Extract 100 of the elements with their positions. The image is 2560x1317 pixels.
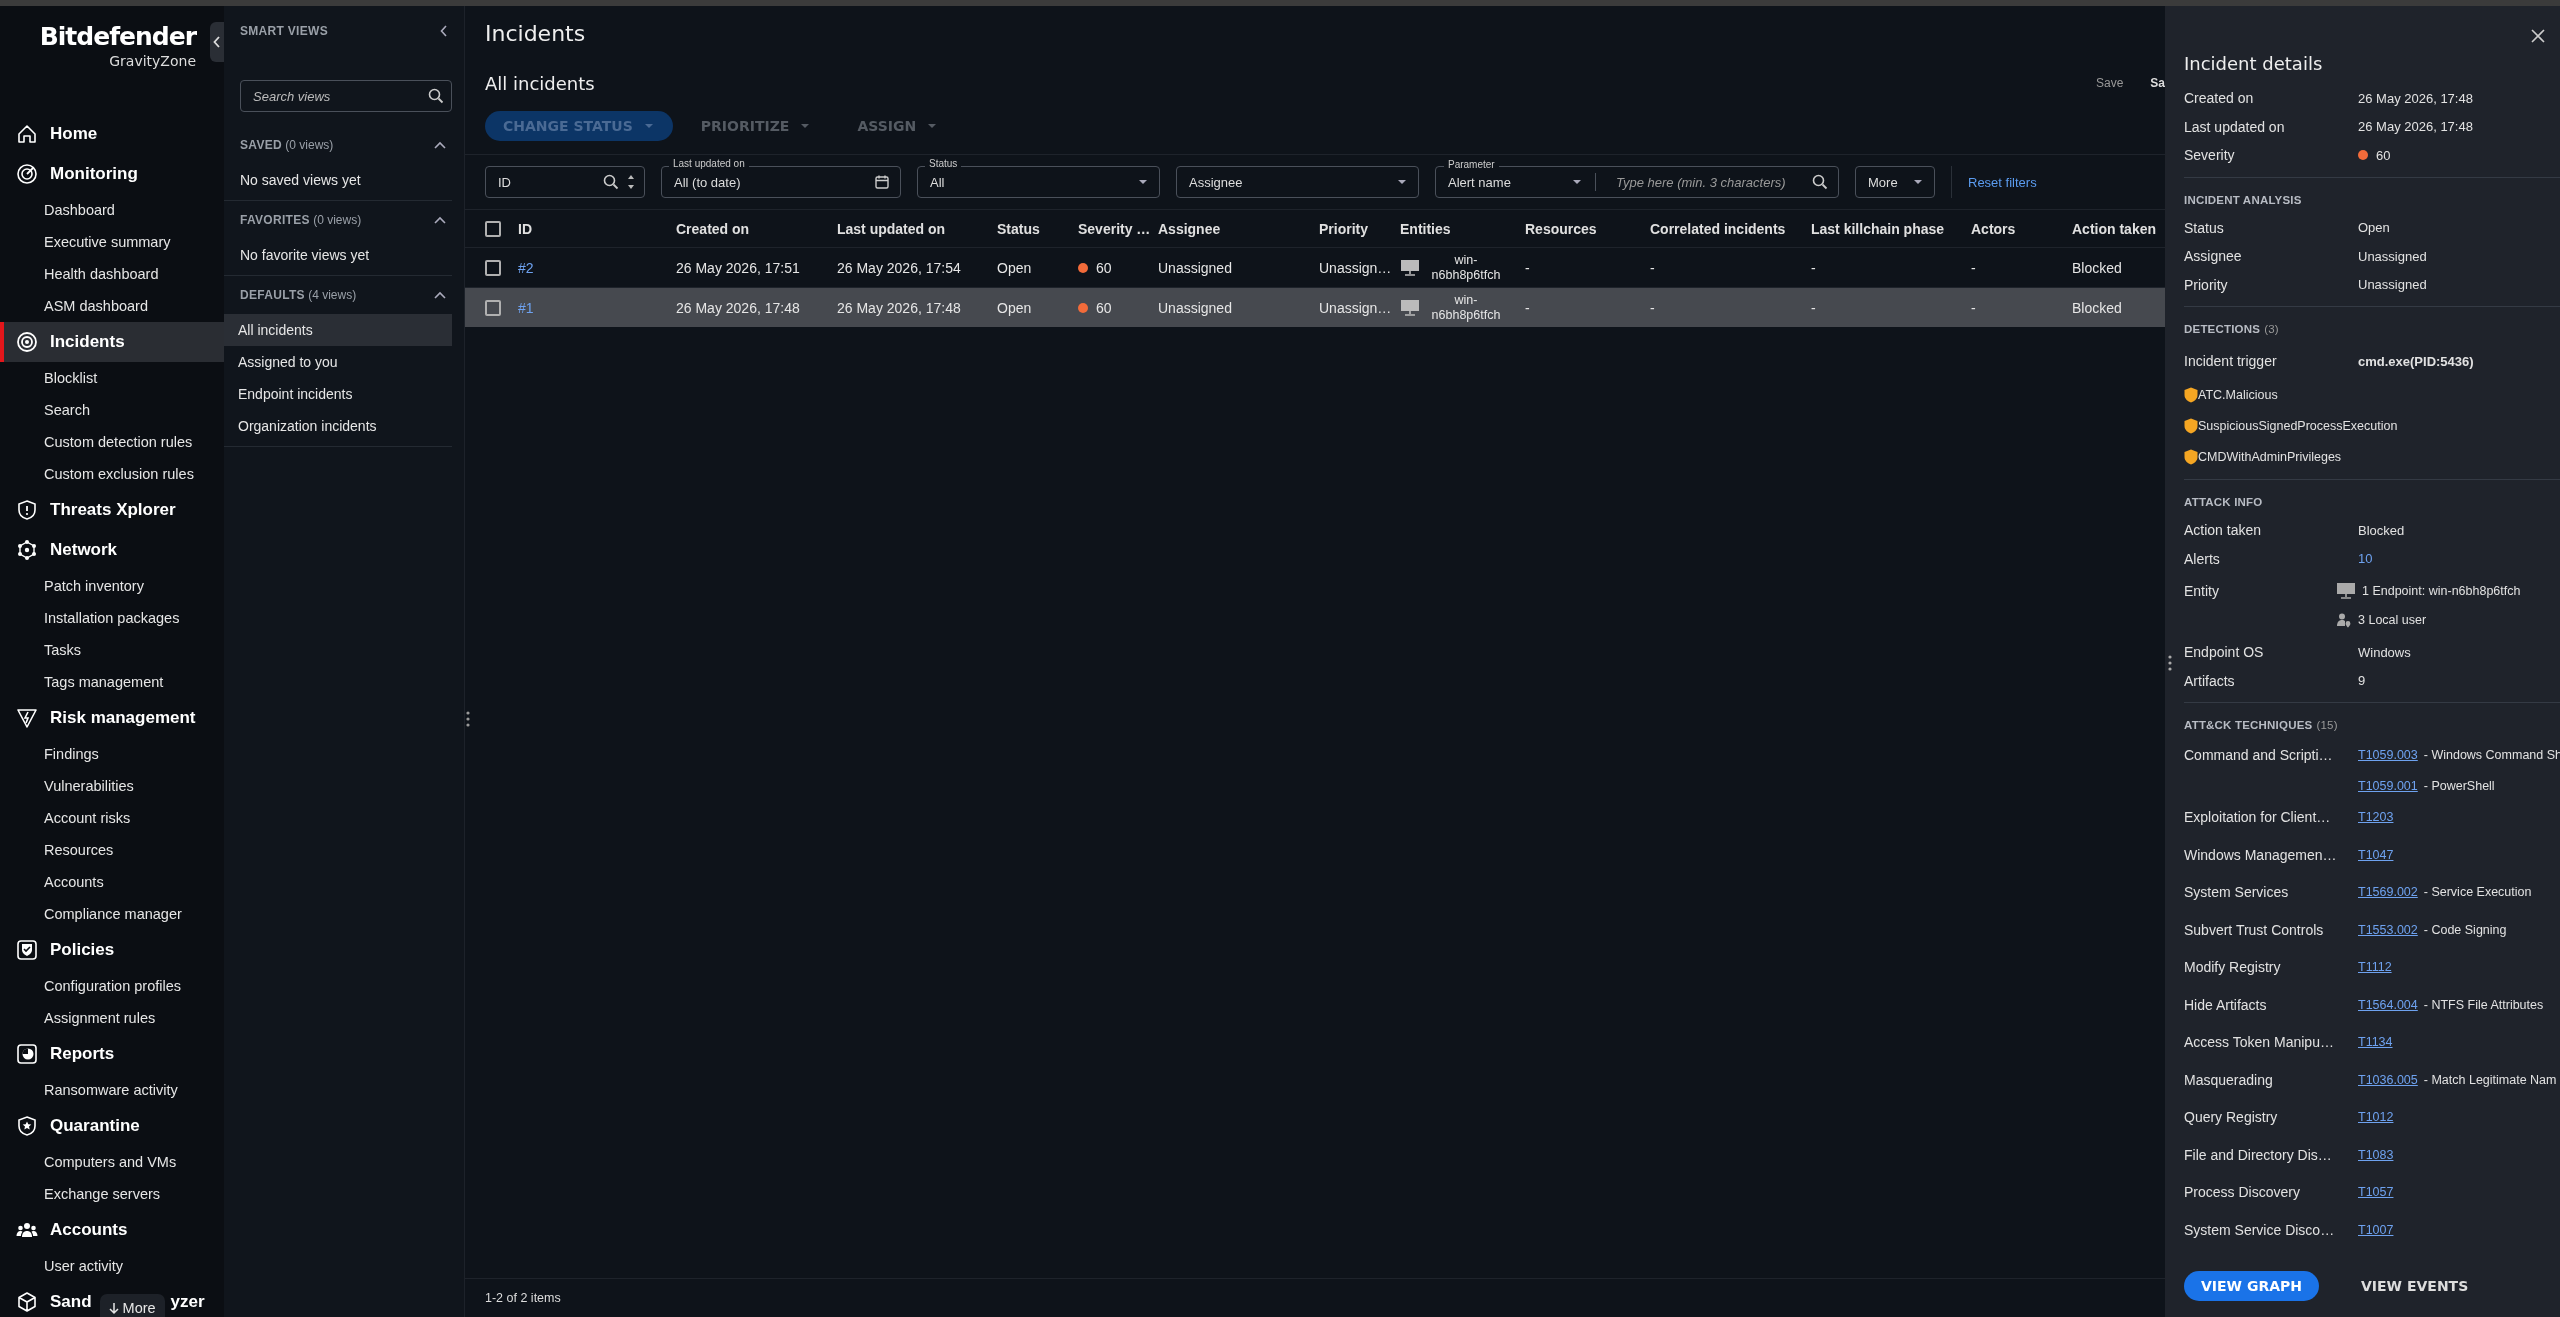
- dropdown[interactable]: Assignee: [1176, 166, 1419, 198]
- view-button[interactable]: VIEW EVENTS: [2343, 1271, 2487, 1301]
- detection-name[interactable]: SuspiciousSignedProcessExecution: [2198, 418, 2398, 433]
- search-field[interactable]: Type here (min. 3 characters): [1616, 174, 1804, 190]
- nav-item[interactable]: Incidents: [0, 322, 224, 362]
- column-header[interactable]: Status: [997, 220, 1078, 237]
- technique-link[interactable]: T1036.005: [2358, 1072, 2418, 1087]
- checkbox[interactable]: [485, 259, 501, 276]
- technique-link[interactable]: T1564.004: [2358, 997, 2418, 1012]
- technique-link[interactable]: T1112: [2358, 960, 2392, 974]
- save-link[interactable]: Sa: [2150, 76, 2165, 90]
- empty-message: No saved views yet: [239, 171, 362, 190]
- nav-item[interactable]: Home: [0, 114, 224, 154]
- technique-link[interactable]: T1057: [2358, 1185, 2394, 1199]
- nav-subitem[interactable]: Computers and VMs: [0, 1146, 224, 1178]
- drag-handle-icon[interactable]: [2168, 654, 2172, 672]
- technique-link[interactable]: T1083: [2358, 1147, 2394, 1162]
- nav-subitem[interactable]: Ransomware activity: [0, 1074, 224, 1106]
- nav-item[interactable]: Risk management: [0, 698, 224, 738]
- reset-filters-link[interactable]: Reset filters: [1968, 174, 2037, 190]
- column-header[interactable]: ID: [518, 220, 676, 237]
- view-item[interactable]: Assigned to you: [224, 346, 452, 378]
- nav-subitem[interactable]: Exchange servers: [0, 1178, 224, 1210]
- nav-subitem[interactable]: ASM dashboard: [0, 290, 224, 322]
- nav-subitem[interactable]: Custom detection rules: [0, 426, 224, 458]
- more-button[interactable]: More: [99, 1294, 165, 1317]
- checkbox[interactable]: [485, 220, 501, 237]
- column-header[interactable]: Entities: [1400, 220, 1525, 237]
- technique-link[interactable]: T1553.002: [2358, 922, 2418, 937]
- nav-subitem[interactable]: Compliance manager: [0, 898, 224, 930]
- nav-item[interactable]: Policies: [0, 930, 224, 970]
- column-header[interactable]: Priority: [1319, 220, 1400, 237]
- checkbox[interactable]: [485, 299, 501, 316]
- table-cell-text: -: [1811, 259, 1817, 276]
- view-item[interactable]: Organization incidents: [224, 410, 452, 442]
- column-header[interactable]: Severity …: [1078, 220, 1158, 237]
- nav-subitem[interactable]: Executive summary: [0, 226, 224, 258]
- technique-link[interactable]: T1134: [2358, 1035, 2393, 1049]
- column-header[interactable]: Assignee: [1158, 220, 1319, 237]
- table-row[interactable]: #1 26 May 2026, 17:48 26 May 2026, 17:48 Open 60 Unassigned Unassign… win-n6bh8p6tfch - - - - Blocked: [465, 287, 2165, 327]
- nav-item[interactable]: Reports: [0, 1034, 224, 1074]
- technique-link[interactable]: T1569.002: [2358, 885, 2418, 899]
- nav-item[interactable]: Monitoring: [0, 154, 224, 194]
- collapse-toggle[interactable]: [432, 214, 448, 226]
- nav-item[interactable]: Accounts: [0, 1210, 224, 1250]
- technique-link[interactable]: T1059.003: [2358, 748, 2418, 762]
- nav-subitem[interactable]: Health dashboard: [0, 258, 224, 290]
- more-dropdown[interactable]: More: [1855, 166, 1935, 198]
- nav-subitem[interactable]: Tasks: [0, 634, 224, 666]
- nav-subitem[interactable]: Tags management: [0, 666, 224, 698]
- detection-name[interactable]: CMDWithAdminPrivileges: [2198, 449, 2342, 464]
- nav-item[interactable]: Network: [0, 530, 224, 570]
- nav-subitem[interactable]: Vulnerabilities: [0, 770, 224, 802]
- column-header[interactable]: Last updated on: [837, 220, 997, 237]
- nav-subitem[interactable]: User activity: [0, 1250, 224, 1282]
- nav-subitem[interactable]: Resources: [0, 834, 224, 866]
- column-header[interactable]: Resources: [1525, 220, 1650, 237]
- view-item[interactable]: Endpoint incidents: [224, 378, 452, 410]
- id-filter-field[interactable]: ID: [485, 166, 645, 198]
- nav-subitem[interactable]: Account risks: [0, 802, 224, 834]
- collapse-button[interactable]: [438, 23, 450, 39]
- technique-name: System Services: [2184, 883, 2289, 902]
- collapse-toggle[interactable]: [432, 289, 448, 301]
- collapse-toggle[interactable]: [432, 139, 448, 151]
- column-header[interactable]: Action taken: [2072, 220, 2165, 237]
- nav-subitem[interactable]: Blocklist: [0, 362, 224, 394]
- technique-link[interactable]: T1047: [2358, 847, 2394, 862]
- detection-name[interactable]: ATC.Malicious: [2198, 387, 2278, 402]
- nav-subitem[interactable]: Dashboard: [0, 194, 224, 226]
- dropdown[interactable]: Alert name: [1436, 173, 1596, 191]
- technique-link[interactable]: T1059.001: [2358, 779, 2418, 793]
- nav-subitem[interactable]: Accounts: [0, 866, 224, 898]
- technique-link[interactable]: T1007: [2358, 1222, 2394, 1237]
- search-icon: [603, 174, 619, 190]
- save-link[interactable]: Save: [2095, 76, 2124, 90]
- nav-subitem[interactable]: Patch inventory: [0, 570, 224, 602]
- collapse-button[interactable]: [210, 22, 224, 62]
- column-header[interactable]: Created on: [676, 220, 837, 237]
- alerts-link[interactable]: 10: [2358, 551, 2560, 567]
- column-header[interactable]: Last killchain phase: [1811, 220, 1971, 237]
- search-field[interactable]: Search views: [240, 80, 452, 112]
- panel-title: Incident details: [2184, 53, 2324, 74]
- nav-subitem[interactable]: Findings: [0, 738, 224, 770]
- technique-link[interactable]: T1203: [2358, 810, 2394, 824]
- nav-subitem[interactable]: Assignment rules: [0, 1002, 224, 1034]
- view-item[interactable]: All incidents: [224, 314, 452, 346]
- nav-item[interactable]: Threats Xplorer: [0, 490, 224, 530]
- nav-subitem[interactable]: Search: [0, 394, 224, 426]
- nav-subitem[interactable]: Custom exclusion rules: [0, 458, 224, 490]
- view-button[interactable]: VIEW GRAPH: [2184, 1271, 2319, 1301]
- technique-link[interactable]: T1012: [2358, 1110, 2394, 1124]
- column-header[interactable]: Correlated incidents: [1650, 220, 1811, 237]
- nav-subitem[interactable]: Configuration profiles: [0, 970, 224, 1002]
- table-cell-text: Unassign…: [1319, 259, 1393, 276]
- nav-item[interactable]: Quarantine: [0, 1106, 224, 1146]
- nav-subitem[interactable]: Installation packages: [0, 602, 224, 634]
- nav-label[interactable]: Sand: [50, 1292, 92, 1312]
- chevron-up-icon: [434, 291, 446, 299]
- incident-link[interactable]: #2: [518, 259, 676, 276]
- column-header[interactable]: Actors: [1971, 220, 2072, 237]
